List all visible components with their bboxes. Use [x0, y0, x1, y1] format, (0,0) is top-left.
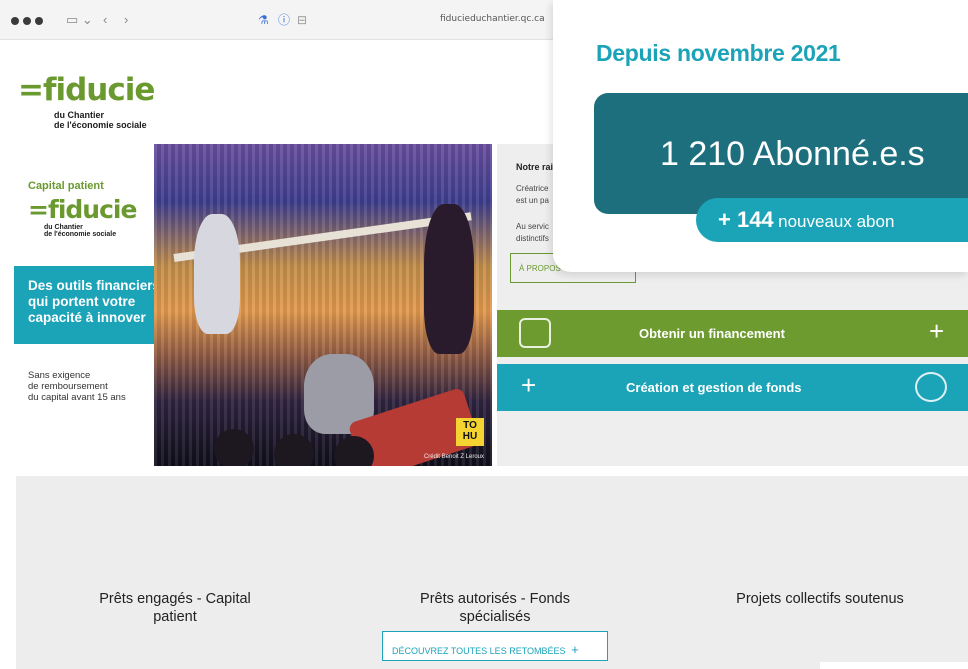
- new-subscribers-pill: + 144 nouveaux abon: [696, 198, 968, 242]
- about-text: est un pa: [516, 196, 549, 205]
- overlay-title: Depuis novembre 2021: [596, 40, 841, 66]
- back-icon[interactable]: ‹: [103, 11, 107, 29]
- stat-prets-autorises: Prêts autorisés - Fonds spécialisés: [390, 590, 600, 626]
- sidebar-icon[interactable]: ▭ ⌄: [66, 11, 93, 29]
- stat-label: Projets collectifs soutenus: [736, 591, 904, 607]
- privacy-icon[interactable]: ⊟: [297, 11, 307, 29]
- page: ▭ ⌄ ‹ › ⚗ ⓘ ⊟ fiducieduchantier.qc.ca =f…: [0, 0, 968, 669]
- about-heading: Notre rai: [516, 162, 554, 172]
- decouvrez-label: DÉCOUVREZ TOUTES LES RETOMBÉES: [392, 646, 566, 656]
- window-close-button[interactable]: [11, 17, 19, 25]
- window-minimize-button[interactable]: [23, 17, 31, 25]
- repayment-note: Sans exigence de remboursement du capita…: [28, 370, 168, 403]
- hero-logo-subtitle-1: du Chantier: [44, 224, 83, 231]
- window-zoom-button[interactable]: [35, 17, 43, 25]
- badge-text: HU: [462, 431, 478, 442]
- decouvrez-retombees-button[interactable]: DÉCOUVREZ TOUTES LES RETOMBÉES +: [382, 631, 608, 661]
- photo-credit: Crédit Benoit Z Leroux: [423, 454, 484, 460]
- note-line: Sans exigence: [28, 370, 91, 381]
- info-icon[interactable]: ⓘ: [278, 11, 290, 29]
- subscriber-count: 1 210 Abonné.e.s: [660, 135, 925, 173]
- obtenir-financement-button[interactable]: Obtenir un financement +: [497, 310, 968, 357]
- about-text: Créatrice: [516, 184, 549, 193]
- address-bar[interactable]: fiducieduchantier.qc.ca: [440, 14, 545, 24]
- stat-label: patient: [153, 609, 197, 625]
- logo-subtitle-1: du Chantier: [54, 110, 105, 120]
- logo-subtitle-2: de l'économie sociale: [54, 120, 147, 130]
- photo-performer: [424, 204, 474, 354]
- note-line: de remboursement: [28, 381, 108, 392]
- stat-label: Prêts autorisés - Fonds: [420, 591, 570, 607]
- stat-projets-collectifs: Projets collectifs soutenus: [700, 590, 940, 608]
- hero-photo: TO HU Crédit Benoit Z Leroux: [154, 144, 492, 466]
- tagline-line: capacité à innover: [28, 310, 146, 325]
- fonds-label: Création et gestion de fonds: [626, 380, 802, 395]
- corner-block: [820, 662, 968, 669]
- stat-prets-engages: Prêts engagés - Capital patient: [70, 590, 280, 626]
- building-chart-icon: [519, 318, 551, 348]
- site-logo[interactable]: =fiducie: [18, 74, 155, 106]
- about-text: distinctifs: [516, 234, 549, 243]
- financement-label: Obtenir un financement: [639, 326, 785, 341]
- lab-flask-icon[interactable]: ⚗: [258, 11, 269, 29]
- hero-logo-subtitle-2: de l'économie sociale: [44, 231, 117, 238]
- new-subscriber-label: nouveaux abon: [778, 212, 895, 231]
- new-subscriber-count: + 144: [718, 207, 774, 232]
- plus-icon: +: [929, 316, 945, 346]
- badge-text: TO: [463, 420, 477, 431]
- piggy-bank-icon: [915, 372, 947, 402]
- stat-label: spécialisés: [459, 609, 531, 625]
- hero-logo: =fiducie: [28, 195, 137, 224]
- photo-audience: [214, 429, 254, 466]
- photo-audience: [274, 434, 314, 466]
- tagline-line: qui portent votre: [28, 294, 136, 309]
- plus-icon: +: [521, 370, 537, 400]
- tagline-line: Des outils financiers: [28, 278, 161, 293]
- creation-gestion-fonds-button[interactable]: + Création et gestion de fonds: [497, 364, 968, 411]
- forward-icon[interactable]: ›: [124, 11, 128, 29]
- capital-patient-label: Capital patient: [28, 180, 104, 192]
- plus-icon: +: [571, 642, 579, 657]
- about-text: Au servic: [516, 222, 549, 231]
- to-hu-badge: TO HU: [456, 418, 484, 446]
- note-line: du capital avant 15 ans: [28, 392, 126, 403]
- stat-label: Prêts engagés - Capital: [99, 591, 251, 607]
- photo-performer: [194, 214, 240, 334]
